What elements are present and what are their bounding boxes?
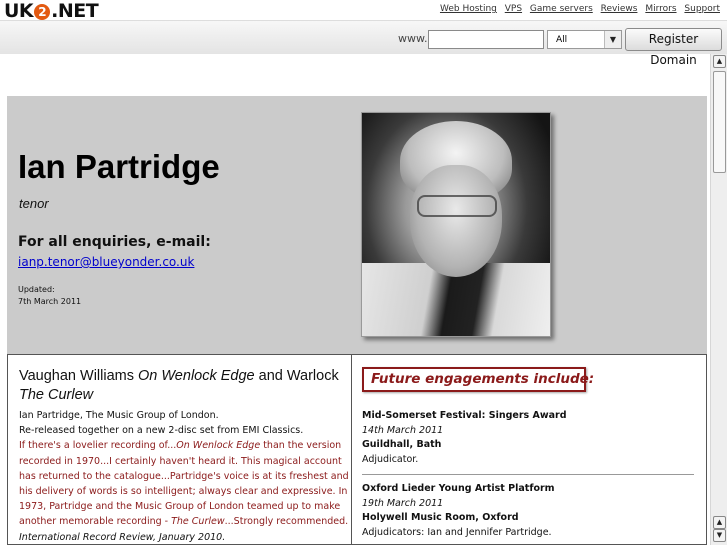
scroll-up-arrow-icon[interactable]: ▲ (713, 55, 726, 68)
recording-release: Re-released together on a new 2-disc set… (19, 425, 304, 437)
top-bar: UK 2 .NET Web Hosting VPS Game servers Rev… (0, 0, 727, 22)
recording-title: Vaughan Williams On Wenlock Edge and War… (19, 368, 339, 403)
voice-type: tenor (19, 196, 49, 211)
engagement-item: Mid-Somerset Festival: Singers Award 14t… (362, 409, 694, 467)
logo-text-uk: UK (4, 0, 34, 22)
enquiries-heading: For all enquiries, e-mail: (18, 234, 211, 250)
engagements-heading: Future engagements include: (362, 367, 594, 392)
scroll-down-arrow-icon[interactable]: ▼ (713, 529, 726, 542)
logo-ring-icon: 2 (34, 4, 51, 20)
link-mirrors[interactable]: Mirrors (645, 4, 676, 14)
logo-text-net: .NET (51, 0, 99, 22)
scroll-up-arrow-icon[interactable]: ▲ (713, 516, 726, 529)
updated-date: 7th March 2011 (18, 297, 82, 306)
tld-select[interactable]: All ▼ (547, 30, 622, 49)
recording-description: Ian Partridge, The Music Group of London… (19, 408, 349, 544)
email-link[interactable]: ianp.tenor@blueyonder.co.uk (18, 255, 194, 269)
scrollbar-thumb[interactable] (713, 71, 726, 173)
engagement-item: Oxford Lieder Young Artist Platform 19th… (362, 482, 694, 540)
engagement-venue: Holywell Music Room, Oxford (362, 512, 519, 523)
engagement-event: Mid-Somerset Festival: Singers Award (362, 410, 567, 421)
link-game-servers[interactable]: Game servers (530, 4, 593, 14)
engagements-column: Future engagements include: Mid-Somerset… (352, 354, 707, 545)
domain-input[interactable] (428, 30, 544, 49)
engagement-event: Oxford Lieder Young Artist Platform (362, 483, 555, 494)
tld-selected-value: All (556, 35, 568, 45)
page-scrollbar[interactable]: ▲ ▲ ▼ (710, 54, 727, 545)
domain-search-bar: www. All ▼ Register Domain (0, 20, 727, 67)
recording-performers: Ian Partridge, The Music Group of London… (19, 410, 219, 421)
link-support[interactable]: Support (684, 4, 720, 14)
www-label: www. (398, 32, 428, 45)
engagement-venue: Guildhall, Bath (362, 439, 442, 450)
dropdown-arrow-icon[interactable]: ▼ (604, 31, 621, 48)
recording-review: If there's a lovelier recording of...On … (19, 440, 349, 543)
engagement-date: 19th March 2011 (362, 497, 444, 509)
link-vps[interactable]: VPS (505, 4, 522, 14)
site-logo[interactable]: UK 2 .NET (4, 0, 99, 22)
engagement-divider (362, 474, 694, 475)
link-web-hosting[interactable]: Web Hosting (440, 4, 497, 14)
register-domain-button[interactable]: Register Domain (625, 28, 722, 67)
top-nav-links: Web Hosting VPS Game servers Reviews Mir… (435, 4, 720, 14)
engagement-role: Adjudicator. (362, 453, 419, 465)
updated-info: Updated: 7th March 2011 (18, 284, 81, 308)
hero-banner: Ian Partridge tenor For all enquiries, e… (7, 96, 707, 354)
portrait-photo (361, 112, 551, 337)
updated-label: Updated: (18, 285, 55, 294)
page-title: Ian Partridge (18, 148, 220, 185)
link-reviews[interactable]: Reviews (601, 4, 638, 14)
engagement-role: Adjudicators: Ian and Jennifer Partridge… (362, 526, 552, 538)
engagement-date: 14th March 2011 (362, 424, 444, 436)
recording-column: Vaughan Williams On Wenlock Edge and War… (7, 354, 352, 545)
